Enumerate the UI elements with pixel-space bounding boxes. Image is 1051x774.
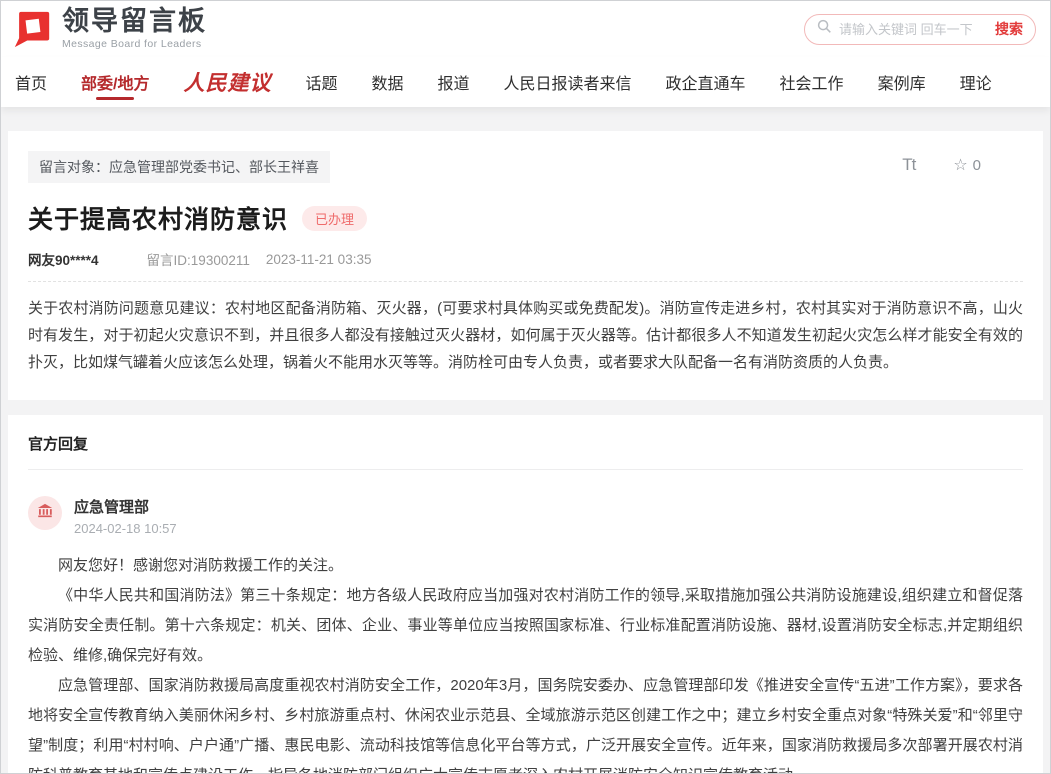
search-icon (817, 19, 832, 39)
reply-body: 网友您好！感谢您对消防救援工作的关注。 《中华人民共和国消防法》第三十条规定：地… (28, 551, 1023, 774)
reply-paragraph: 《中华人民共和国消防法》第三十条规定：地方各级人民政府应当加强对农村消防工作的领… (28, 581, 1023, 671)
message-title: 关于提高农村消防意识 (28, 200, 288, 236)
reply-timestamp: 2024-02-18 10:57 (74, 521, 177, 536)
nav-item-lilun[interactable]: 理论 (960, 57, 992, 107)
message-card: 留言对象：应急管理部党委书记、部长王祥喜 Tt ☆ 0 关于提高农村消防意识 已… (8, 131, 1043, 400)
reply-paragraph: 应急管理部、国家消防救援局高度重视农村消防安全工作，2020年3月，国务院安委办… (28, 671, 1023, 774)
site-title: 领导留言板 (62, 8, 207, 35)
status-badge: 已办理 (302, 206, 367, 231)
site-logo[interactable]: 领导留言板 Message Board for Leaders (11, 8, 207, 50)
page: 领导留言板 Message Board for Leaders 搜索 首页 部委… (0, 0, 1051, 774)
nav-item-renmin-jianyi[interactable]: 人民建议 (183, 57, 271, 107)
favorite-control[interactable]: ☆ 0 (953, 155, 981, 175)
search-button[interactable]: 搜索 (995, 19, 1023, 39)
divider (28, 469, 1023, 470)
nav-item-baodao[interactable]: 报道 (438, 57, 470, 107)
reply-section-title: 官方回复 (28, 433, 1023, 454)
message-body: 关于农村消防问题意见建议：农村地区配备消防箱、灭火器，(可要求村具体购买或免费配… (28, 295, 1023, 376)
nav-item-huati[interactable]: 话题 (305, 57, 337, 107)
nav-item-home[interactable]: 首页 (15, 57, 47, 107)
nav-item-duzhe-laixin[interactable]: 人民日报读者来信 (504, 57, 632, 107)
nav-item-shehui-gongzuo[interactable]: 社会工作 (780, 57, 844, 107)
logo-speech-bubble-icon (11, 8, 53, 50)
favorite-count: 0 (973, 157, 981, 174)
message-target-tag: 留言对象：应急管理部党委书记、部长王祥喜 (28, 151, 330, 183)
nav-item-zhengqi-zhitongche[interactable]: 政企直通车 (666, 57, 746, 107)
star-icon: ☆ (953, 155, 967, 175)
nav-item-shuju[interactable]: 数据 (371, 57, 403, 107)
message-author: 网友90****4 (28, 249, 99, 269)
header: 领导留言板 Message Board for Leaders 搜索 (1, 1, 1050, 57)
search-box: 搜索 (804, 14, 1036, 45)
reply-paragraph: 网友您好！感谢您对消防救援工作的关注。 (28, 551, 1023, 581)
main-nav: 首页 部委/地方 人民建议 话题 数据 报道 人民日报读者来信 政企直通车 社会… (1, 57, 1050, 107)
agency-avatar (28, 496, 62, 530)
official-reply-card: 官方回复 应急管理部 2024-02-18 10:57 (8, 415, 1043, 774)
message-id: 留言ID:19300211 (147, 249, 250, 269)
font-size-toggle-icon[interactable]: Tt (902, 155, 915, 175)
nav-item-anliku[interactable]: 案例库 (878, 57, 926, 107)
nav-item-buwei-difang[interactable]: 部委/地方 (81, 57, 149, 107)
divider (28, 281, 1023, 282)
message-timestamp: 2023-11-21 03:35 (266, 252, 372, 267)
government-building-icon (36, 502, 54, 525)
site-subtitle: Message Board for Leaders (62, 38, 207, 50)
search-input[interactable] (839, 22, 988, 37)
agency-name: 应急管理部 (74, 496, 177, 517)
